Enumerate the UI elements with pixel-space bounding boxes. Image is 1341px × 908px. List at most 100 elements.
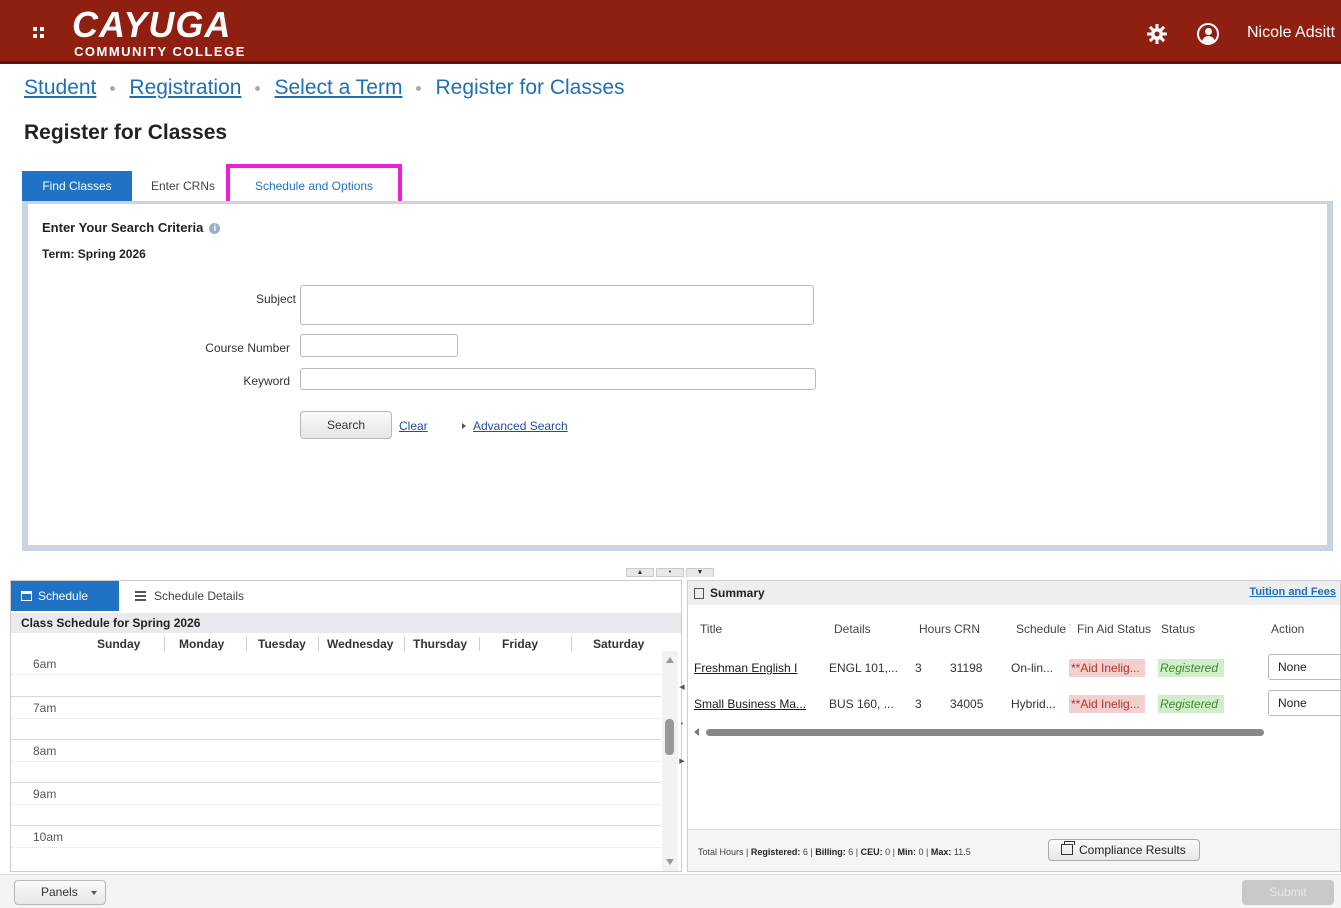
summary-panel: Summary Tuition and Fees Title Details H… xyxy=(687,580,1341,872)
gear-icon[interactable] xyxy=(1147,24,1167,44)
day-header-monday: Monday xyxy=(179,637,225,651)
term-label: Term: Spring 2026 xyxy=(42,247,146,261)
hour-row-8am[interactable] xyxy=(11,739,661,782)
calendar-icon xyxy=(21,591,32,601)
course-hours: 3 xyxy=(915,661,922,675)
fin-aid-status-badge: **Aid Inelig... xyxy=(1069,695,1145,713)
scroll-thumb[interactable] xyxy=(665,719,674,755)
hour-row-6am[interactable] xyxy=(11,653,661,696)
course-crn: 31198 xyxy=(950,661,983,675)
tuition-and-fees-link[interactable]: Tuition and Fees xyxy=(1249,586,1336,598)
chevron-down-icon xyxy=(91,891,97,895)
subject-label: Subject xyxy=(255,292,296,306)
column-header-schedule-type[interactable]: Schedule Type xyxy=(1016,622,1070,636)
hour-row-7am[interactable] xyxy=(11,696,661,739)
breadcrumb-current: Register for Classes xyxy=(435,76,625,99)
action-select[interactable]: None xyxy=(1268,690,1340,716)
day-divider xyxy=(246,637,247,651)
logo-text: CAYUGA xyxy=(72,4,232,45)
course-title-link[interactable]: Small Business Ma... xyxy=(694,697,818,711)
day-header-tuesday: Tuesday xyxy=(258,637,306,651)
expand-arrow-icon[interactable] xyxy=(462,423,466,429)
column-header-status[interactable]: Status xyxy=(1161,622,1221,636)
panels-button[interactable]: Panels xyxy=(14,880,106,905)
submit-button[interactable]: Submit xyxy=(1242,880,1334,905)
tab-find-classes[interactable]: Find Classes xyxy=(22,171,132,201)
scroll-up-icon[interactable] xyxy=(666,657,674,663)
search-button[interactable]: Search xyxy=(300,411,392,439)
column-header-fin-aid-status[interactable]: Fin Aid Status xyxy=(1077,622,1153,636)
collapse-up-icon[interactable]: ▲ xyxy=(626,568,654,577)
scroll-thumb[interactable] xyxy=(706,729,1264,736)
status-badge: Registered xyxy=(1158,695,1224,713)
search-criteria-panel: Enter Your Search Criteria i Term: Spring… xyxy=(22,201,1333,551)
tab-schedule-details[interactable]: Schedule Details xyxy=(135,581,275,611)
clear-link[interactable]: Clear xyxy=(399,419,428,433)
user-avatar-icon[interactable] xyxy=(1197,23,1219,45)
column-header-hours[interactable]: Hours xyxy=(919,622,951,636)
day-divider xyxy=(404,637,405,651)
info-icon[interactable]: i xyxy=(209,223,221,234)
status-badge: Registered xyxy=(1158,659,1224,677)
compliance-results-label: Compliance Results xyxy=(1079,843,1186,857)
panel-splitter[interactable]: ▲ • ▼ xyxy=(0,564,1341,578)
advanced-search-link[interactable]: Advanced Search xyxy=(473,419,568,433)
min-label: Min: xyxy=(897,847,917,857)
breadcrumb: Student Registration Select a Term Register… xyxy=(24,76,625,100)
breadcrumb-separator xyxy=(416,85,422,91)
breadcrumb-select-term[interactable]: Select a Term xyxy=(274,76,402,99)
hour-row-9am[interactable] xyxy=(11,782,661,825)
course-crn: 34005 xyxy=(950,697,984,711)
ceu-hours: 0 xyxy=(885,847,891,857)
day-divider xyxy=(318,637,319,651)
tab-schedule[interactable]: Schedule xyxy=(11,581,119,611)
column-header-title[interactable]: Title xyxy=(700,622,800,636)
collapse-down-icon[interactable]: ▼ xyxy=(686,568,714,577)
day-divider xyxy=(479,637,480,651)
course-number-label: Course Number xyxy=(205,341,290,355)
column-header-crn[interactable]: CRN xyxy=(954,622,994,636)
keyword-label: Keyword xyxy=(243,374,290,388)
keyword-input[interactable] xyxy=(300,368,816,390)
breadcrumb-separator xyxy=(255,85,261,91)
course-title-link[interactable]: Freshman English I xyxy=(694,661,806,675)
tab-enter-crns[interactable]: Enter CRNs xyxy=(136,171,230,201)
hour-label: 6am xyxy=(33,657,57,671)
course-number-input[interactable] xyxy=(300,334,458,357)
app-grid-icon[interactable] xyxy=(33,27,45,39)
breadcrumb-registration[interactable]: Registration xyxy=(129,76,241,99)
summary-horizontal-scrollbar[interactable] xyxy=(688,727,1340,737)
summary-title: Summary xyxy=(694,586,765,600)
subject-input[interactable] xyxy=(300,285,814,325)
day-header-wednesday: Wednesday xyxy=(327,637,394,651)
summary-title-text: Summary xyxy=(710,586,765,600)
billing-hours: 6 xyxy=(848,847,854,857)
billing-label: Billing: xyxy=(815,847,846,857)
day-header-thursday: Thursday xyxy=(413,637,468,651)
day-divider xyxy=(164,637,165,651)
day-divider xyxy=(571,637,572,651)
column-header-details[interactable]: Details xyxy=(834,622,894,636)
action-select[interactable]: None xyxy=(1268,654,1340,680)
splitter-center-handle[interactable]: • xyxy=(656,568,684,577)
college-logo[interactable]: CAYUGA COMMUNITY COLLEGE xyxy=(72,4,244,60)
breadcrumb-student[interactable]: Student xyxy=(24,76,96,99)
schedule-scrollbar[interactable] xyxy=(662,651,678,871)
scroll-left-icon[interactable] xyxy=(694,728,699,736)
top-navigation-bar: CAYUGA COMMUNITY COLLEGE Nicole Adsitt xyxy=(0,0,1341,64)
course-details: BUS 160, ... xyxy=(829,697,894,711)
compliance-results-button[interactable]: Compliance Results xyxy=(1048,839,1200,861)
hour-row-10am[interactable] xyxy=(11,825,661,868)
user-name[interactable]: Nicole Adsitt xyxy=(1247,24,1335,42)
splitter-dot-icon[interactable]: • xyxy=(678,717,686,733)
min-hours: 0 xyxy=(918,847,924,857)
course-hours: 3 xyxy=(915,697,922,711)
scroll-down-icon[interactable] xyxy=(666,859,674,865)
column-header-action[interactable]: Action xyxy=(1271,622,1321,636)
logo-subtext: COMMUNITY COLLEGE xyxy=(74,44,246,59)
collapse-right-icon[interactable]: ▶ xyxy=(678,754,686,770)
hour-label: 8am xyxy=(33,744,57,758)
hour-label: 10am xyxy=(33,830,64,844)
collapse-left-icon[interactable]: ◀ xyxy=(678,680,686,696)
summary-footer: Total Hours | Registered: 6 | Billing: 6… xyxy=(688,829,1340,871)
